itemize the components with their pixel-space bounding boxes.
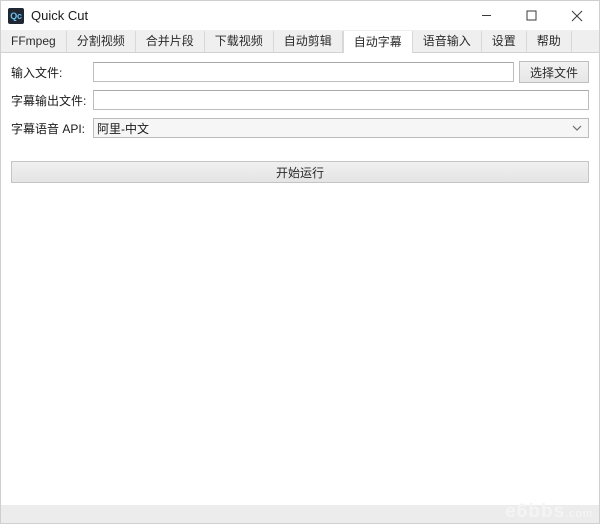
tab-ffmpeg[interactable]: FFmpeg — [1, 31, 67, 52]
bottom-strip: e6bbs.com — [1, 501, 599, 523]
output-file-field[interactable] — [93, 90, 589, 110]
window-controls — [464, 1, 599, 30]
tab-settings[interactable]: 设置 — [481, 31, 527, 52]
api-row: 字幕语音 API: 阿里-中文 — [11, 117, 589, 139]
app-window: Qc Quick Cut FFmpeg 分割视频 合并片段 下载视频 自动剪辑 … — [0, 0, 600, 524]
start-run-button[interactable]: 开始运行 — [11, 161, 589, 183]
tab-auto-edit[interactable]: 自动剪辑 — [273, 31, 343, 52]
app-icon: Qc — [8, 7, 24, 24]
tab-bar-filler — [571, 31, 599, 52]
tab-split-video[interactable]: 分割视频 — [66, 31, 136, 52]
input-file-row: 输入文件: 选择文件 — [11, 61, 589, 83]
watermark-text: e6bbs — [505, 501, 566, 522]
minimize-icon — [481, 10, 492, 21]
tab-bar: FFmpeg 分割视频 合并片段 下载视频 自动剪辑 自动字幕 语音输入 设置 … — [1, 30, 599, 53]
title-bar: Qc Quick Cut — [1, 1, 599, 30]
close-icon — [571, 10, 583, 22]
input-file-label: 输入文件: — [11, 65, 63, 80]
tab-auto-subtitle[interactable]: 自动字幕 — [342, 31, 413, 53]
output-file-label: 字幕输出文件: — [11, 93, 87, 108]
maximize-icon — [526, 10, 537, 21]
api-label: 字幕语音 API: — [11, 121, 86, 136]
tab-voice-input[interactable]: 语音输入 — [412, 31, 482, 52]
api-select[interactable]: 阿里-中文 — [93, 118, 589, 138]
input-file-field[interactable] — [93, 62, 514, 82]
tab-download-video[interactable]: 下载视频 — [204, 31, 274, 52]
run-area: 开始运行 — [1, 145, 599, 183]
watermark-domain: .com — [565, 508, 593, 520]
window-title: Quick Cut — [31, 8, 89, 23]
chevron-down-icon — [572, 125, 582, 132]
tab-help[interactable]: 帮助 — [526, 31, 572, 52]
minimize-button[interactable] — [464, 1, 509, 30]
close-button[interactable] — [554, 1, 599, 30]
api-select-value: 阿里-中文 — [97, 121, 149, 136]
choose-file-button[interactable]: 选择文件 — [519, 61, 589, 83]
subtitle-form: 输入文件: 选择文件 字幕输出文件: 字幕语音 API: 阿里-中文 — [1, 53, 599, 139]
content-area: 输入文件: 选择文件 字幕输出文件: 字幕语音 API: 阿里-中文 开始运行 — [1, 53, 599, 505]
output-file-row: 字幕输出文件: — [11, 89, 589, 111]
watermark: e6bbs.com — [505, 501, 593, 523]
tab-merge-clips[interactable]: 合并片段 — [135, 31, 205, 52]
maximize-button[interactable] — [509, 1, 554, 30]
